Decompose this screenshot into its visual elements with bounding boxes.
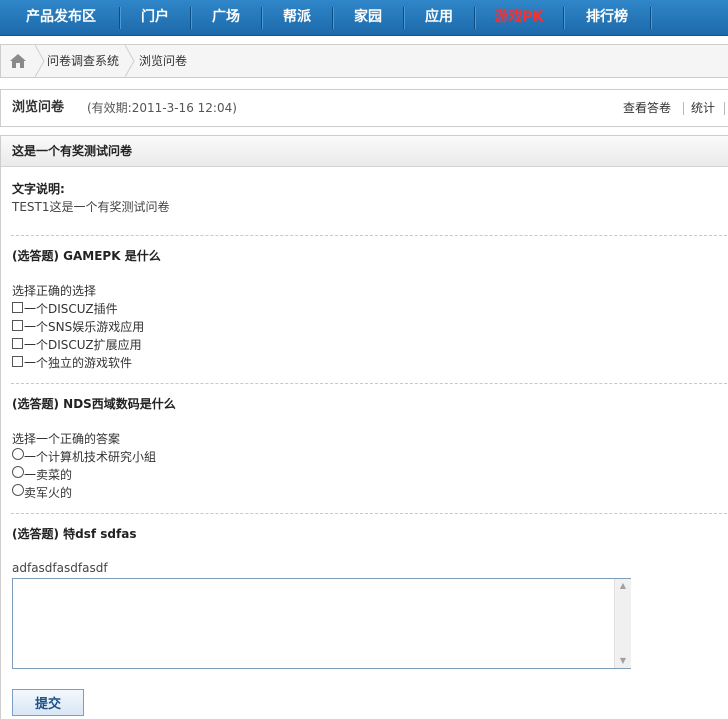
breadcrumb-current: 浏览问卷 <box>139 54 188 68</box>
q1-option-1-label: 一个DISCUZ插件 <box>24 302 118 316</box>
home-icon[interactable] <box>1 45 35 77</box>
divider <box>11 235 727 236</box>
q1-option-2-label: 一个SNS娱乐游戏应用 <box>24 320 145 334</box>
question-2-prompt: 选择一个正确的答案 <box>12 432 121 446</box>
breadcrumb-arrow-icon <box>124 44 135 78</box>
view-answers-link[interactable]: 查看答卷 <box>623 90 671 126</box>
description-label: 文字说明: <box>12 182 65 196</box>
nav-item-portal[interactable]: 门户 <box>120 0 190 35</box>
link-separator <box>683 102 684 115</box>
survey-title-bar: 这是一个有奖测试问卷 <box>1 136 728 167</box>
divider <box>11 383 727 384</box>
validity-text: (有效期:2011-3-16 12:04) <box>87 101 237 115</box>
q1-option-4-checkbox[interactable] <box>12 356 23 367</box>
nav-item-ranking[interactable]: 排行榜 <box>564 0 650 35</box>
q2-option-1-label: 一个计算机技术研究小組 <box>24 450 157 464</box>
scroll-up-icon[interactable]: ▲ <box>615 579 631 593</box>
nav-item-home[interactable]: 家园 <box>333 0 403 35</box>
nav-item-group[interactable]: 帮派 <box>262 0 332 35</box>
page-title: 浏览问卷 <box>12 100 65 115</box>
question-3-title: (选答题) 特dsf sdfas <box>12 527 137 541</box>
nav-item-product[interactable]: 产品发布区 <box>8 0 114 35</box>
submit-button[interactable]: 提交 <box>12 689 84 716</box>
textarea-scrollbar[interactable]: ▲ ▼ <box>614 579 631 668</box>
breadcrumb: 问卷调查系统 浏览问卷 <box>0 44 728 78</box>
question-1-prompt: 选择正确的选择 <box>12 284 97 298</box>
survey-title: 这是一个有奖测试问卷 <box>12 144 133 158</box>
q3-answer-textarea[interactable] <box>12 578 631 669</box>
nav-item-gamepk[interactable]: 游戏PK <box>475 0 563 35</box>
statistics-link[interactable]: 统计 <box>691 90 715 126</box>
question-3-prompt: adfasdfasdfasdf <box>12 561 108 575</box>
q2-option-1-radio[interactable] <box>12 448 24 460</box>
q2-option-2-radio[interactable] <box>12 466 24 478</box>
nav-item-apps[interactable]: 应用 <box>404 0 474 35</box>
q1-option-1-checkbox[interactable] <box>12 302 23 313</box>
breadcrumb-survey-system[interactable]: 问卷调查系统 <box>47 45 119 77</box>
description-text: TEST1这是一个有奖测试问卷 <box>12 200 170 214</box>
link-separator <box>724 102 725 115</box>
q2-option-3-radio[interactable] <box>12 484 24 496</box>
q2-option-3-label: 卖军火的 <box>24 486 73 500</box>
q1-option-3-label: 一个DISCUZ扩展应用 <box>24 338 142 352</box>
page-header: 浏览问卷 (有效期:2011-3-16 12:04) 查看答卷 统计 <box>0 89 728 127</box>
question-1-title: (选答题) GAMEPK 是什么 <box>12 249 161 263</box>
scroll-down-icon[interactable]: ▼ <box>615 654 631 668</box>
nav-item-square[interactable]: 广场 <box>191 0 261 35</box>
breadcrumb-arrow-icon <box>34 44 45 78</box>
q1-option-4-label: 一个独立的游戏软件 <box>24 356 133 370</box>
question-2-title: (选答题) NDS西域数码是什么 <box>12 397 176 411</box>
top-nav: 产品发布区 门户 广场 帮派 家园 应用 游戏PK 排行榜 <box>0 0 728 36</box>
nav-separator <box>650 7 651 29</box>
q1-option-3-checkbox[interactable] <box>12 338 23 349</box>
q1-option-2-checkbox[interactable] <box>12 320 23 331</box>
divider <box>11 513 727 514</box>
q2-option-2-label: 一卖菜的 <box>24 468 73 482</box>
